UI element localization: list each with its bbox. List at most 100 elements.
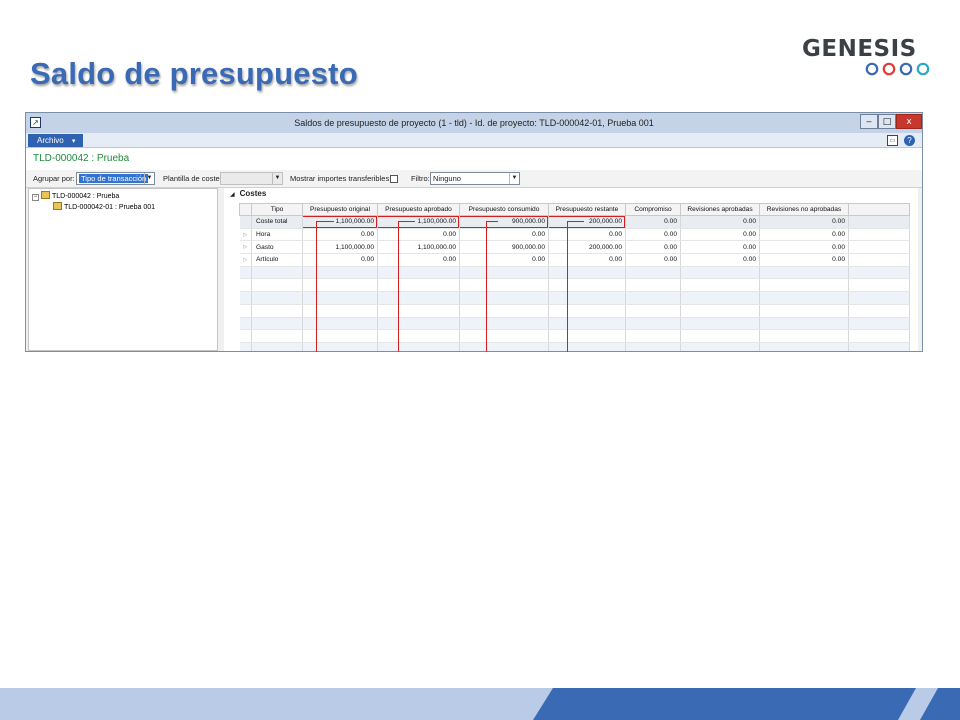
- group-by-select[interactable]: Tipo de transacción ▼: [76, 172, 155, 185]
- tipo-cell: Artículo: [251, 253, 303, 267]
- original-budget-cell: 1,100,000.00: [302, 215, 378, 229]
- approved-revisions-cell: 0.00: [680, 228, 760, 242]
- group-by-value: Tipo de transacción: [79, 174, 149, 183]
- callout-line: [486, 221, 498, 222]
- costs-section-header[interactable]: ◢ Costes: [230, 189, 266, 198]
- chevron-down-icon: ▼: [272, 173, 282, 184]
- maximize-button[interactable]: □: [878, 114, 896, 129]
- consumed-budget-cell: 0.00: [459, 228, 549, 242]
- empty-row: [239, 278, 910, 293]
- project-title: TLD-000042 : Prueba: [33, 153, 130, 164]
- callout-line: [567, 221, 568, 352]
- empty-row: [239, 304, 910, 318]
- help-icon[interactable]: ?: [904, 135, 915, 146]
- remaining-budget-cell: 0.00: [548, 228, 626, 242]
- transferable-amounts-label: Mostrar importes transferibles:: [290, 174, 392, 183]
- transferable-amounts-checkbox[interactable]: [390, 175, 398, 183]
- unapproved-revisions-cell: 0.00: [759, 253, 849, 267]
- callout-line: [567, 221, 584, 222]
- footer-accent: [533, 688, 960, 720]
- approved-budget-cell: 0.00: [377, 253, 460, 267]
- archivo-menu-button[interactable]: Archivo ▾: [28, 134, 83, 147]
- column-header-approved-revisions[interactable]: Revisiones aprobadas: [680, 203, 760, 216]
- approved-budget-cell: 1,100,000.00: [377, 215, 460, 229]
- chevron-down-icon: ▼: [509, 173, 519, 184]
- menu-bar: Archivo ▾ ▭ ?: [26, 133, 922, 148]
- callout-line: [316, 221, 334, 222]
- remaining-budget-cell: 200,000.00: [548, 215, 626, 229]
- filler-cell: [848, 215, 910, 229]
- cost-template-select[interactable]: ▼: [220, 172, 283, 185]
- project-header: TLD-000042 : Prueba: [26, 148, 922, 170]
- remaining-budget-cell: 0.00: [548, 253, 626, 267]
- approved-budget-cell: 0.00: [377, 228, 460, 242]
- tree-node-root[interactable]: − TLD-000042 : Prueba: [32, 191, 119, 201]
- column-header-tipo[interactable]: Tipo: [251, 203, 303, 216]
- original-budget-cell: 1,100,000.00: [302, 240, 378, 255]
- approved-revisions-cell: 0.00: [680, 240, 760, 255]
- commitment-cell: 0.00: [625, 253, 681, 267]
- tree-node-child[interactable]: TLD-000042-01 : Prueba 001: [53, 202, 155, 211]
- budget-balance-window: ↗ Saldos de presupuesto de proyecto (1 -…: [25, 112, 923, 352]
- column-header-original[interactable]: Presupuesto original: [302, 203, 378, 216]
- project-folder-icon: [53, 202, 62, 210]
- original-budget-cell: 0.00: [302, 228, 378, 242]
- collapse-icon[interactable]: −: [32, 194, 39, 201]
- approved-budget-cell: 1,100,000.00: [377, 240, 460, 255]
- commitment-cell: 0.00: [625, 240, 681, 255]
- original-budget-cell: 0.00: [302, 253, 378, 267]
- expand-row-icon[interactable]: ▷: [239, 240, 252, 255]
- remaining-budget-cell: 200,000.00: [548, 240, 626, 255]
- column-header-unapproved-revisions[interactable]: Revisiones no aprobadas: [759, 203, 849, 216]
- tipo-cell: Hora: [251, 228, 303, 242]
- table-row-hora[interactable]: ▷ Hora 0.00 0.00 0.00 0.00 0.00 0.00 0.0…: [239, 228, 910, 242]
- tipo-cell: Coste total: [251, 215, 303, 229]
- table-row-gasto[interactable]: ▷ Gasto 1,100,000.00 1,100,000.00 900,00…: [239, 240, 910, 255]
- callout-line: [486, 221, 487, 352]
- unapproved-revisions-cell: 0.00: [759, 240, 849, 255]
- filter-bar: Agrupar por: Tipo de transacción ▼ Plant…: [26, 170, 922, 188]
- minimize-button[interactable]: ‒: [860, 114, 878, 129]
- filter-value: Ninguno: [433, 174, 461, 183]
- costs-section-title: Costes: [239, 189, 267, 198]
- content-area: − TLD-000042 : Prueba TLD-000042-01 : Pru…: [26, 188, 922, 351]
- consumed-budget-cell: 900,000.00: [459, 240, 549, 255]
- column-header-approved[interactable]: Presupuesto aprobado: [377, 203, 460, 216]
- approved-revisions-cell: 0.00: [680, 215, 760, 229]
- commitment-cell: 0.00: [625, 228, 681, 242]
- table-row-articulo[interactable]: ▷ Artículo 0.00 0.00 0.00 0.00 0.00 0.00…: [239, 253, 910, 267]
- filler-cell: [848, 253, 910, 267]
- panel-toggle-icon[interactable]: ▭: [887, 135, 898, 146]
- filter-select[interactable]: Ninguno ▼: [430, 172, 520, 185]
- callout-line: [398, 221, 399, 352]
- consumed-budget-cell: 900,000.00: [459, 215, 549, 229]
- expand-row-icon[interactable]: ▷: [239, 228, 252, 242]
- unapproved-revisions-cell: 0.00: [759, 215, 849, 229]
- project-tree: − TLD-000042 : Prueba TLD-000042-01 : Pru…: [28, 188, 218, 351]
- costs-grid: Tipo Presupuesto original Presupuesto ap…: [239, 203, 910, 351]
- callout-line: [398, 221, 415, 222]
- filler-column-header: [848, 203, 910, 216]
- tipo-cell: Gasto: [251, 240, 303, 255]
- expander-cell: [239, 215, 252, 229]
- window-title: Saldos de presupuesto de proyecto (1 - t…: [294, 118, 654, 128]
- column-header-commitment[interactable]: Compromiso: [625, 203, 681, 216]
- filter-label: Filtro:: [411, 174, 430, 183]
- chevron-down-icon: ▼: [144, 173, 154, 184]
- tree-root-label: TLD-000042 : Prueba: [52, 193, 120, 200]
- tree-child-label: TLD-000042-01 : Prueba 001: [64, 204, 156, 211]
- logo-rings-icon: [865, 62, 930, 76]
- expand-row-icon[interactable]: ▷: [239, 253, 252, 267]
- close-button[interactable]: x: [896, 114, 922, 129]
- empty-row: [239, 342, 910, 351]
- group-by-label: Agrupar por:: [33, 174, 75, 183]
- column-header-consumed[interactable]: Presupuesto consumido: [459, 203, 549, 216]
- unapproved-revisions-cell: 0.00: [759, 228, 849, 242]
- logo-text: GENESIS: [802, 36, 917, 62]
- commitment-cell: 0.00: [625, 215, 681, 229]
- expander-column-header: [239, 203, 252, 216]
- grid-header-row: Tipo Presupuesto original Presupuesto ap…: [239, 203, 910, 216]
- column-header-remaining[interactable]: Presupuesto restante: [548, 203, 626, 216]
- archivo-label: Archivo: [37, 136, 64, 145]
- project-folder-icon: [41, 191, 50, 199]
